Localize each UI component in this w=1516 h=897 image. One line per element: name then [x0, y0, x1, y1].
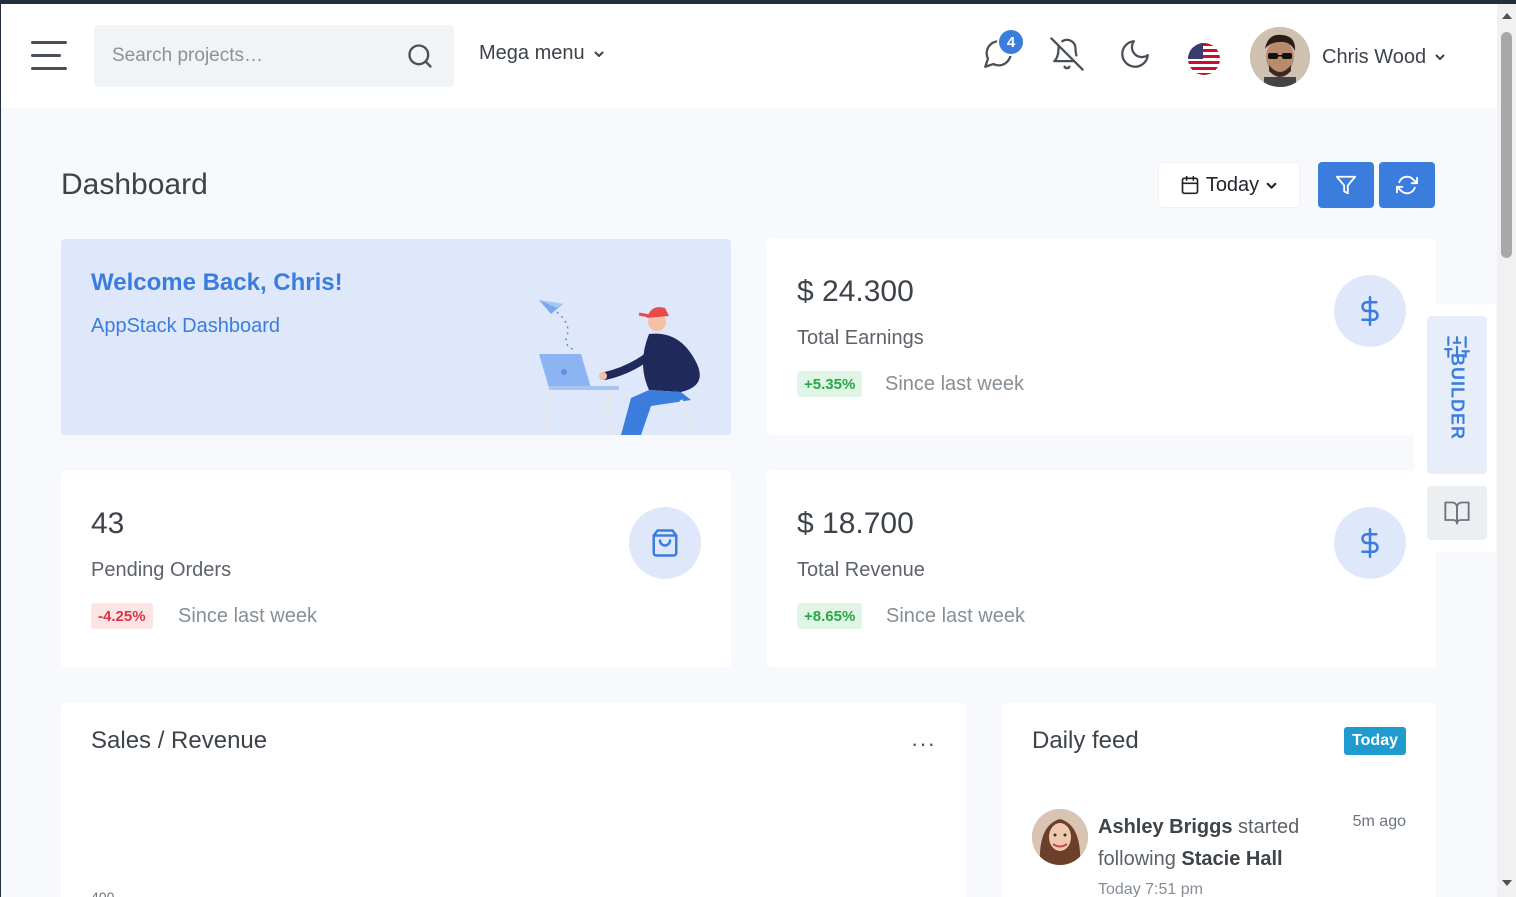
feed-verb: started	[1238, 816, 1300, 838]
feed-item-text: Ashley Briggs started following Stacie H…	[1098, 811, 1328, 875]
filter-button[interactable]	[1318, 162, 1374, 208]
calendar-icon	[1181, 175, 1199, 195]
card-title: Sales / Revenue	[91, 727, 268, 754]
hamburger-icon-line	[31, 54, 61, 57]
today-badge: Today	[1344, 727, 1406, 755]
mega-menu-label: Mega menu	[479, 42, 585, 64]
window-left-border	[0, 4, 1, 897]
feed-actor-link[interactable]: Ashley Briggs	[1098, 816, 1232, 838]
chevron-down-icon	[1266, 182, 1277, 189]
stat-icon-wrapper	[629, 507, 701, 579]
y-axis-tick: 400	[91, 889, 115, 897]
scroll-up-arrow-icon[interactable]	[1502, 13, 1512, 19]
chevron-down-icon	[594, 51, 604, 57]
moon-icon	[1121, 40, 1149, 68]
hamburger-icon	[31, 41, 67, 44]
stat-since-text: Since last week	[886, 605, 1025, 627]
welcome-subtitle: AppStack Dashboard	[91, 315, 281, 337]
page-scrollbar[interactable]	[1497, 4, 1516, 897]
stat-card-total-revenue: $ 18.700 Total Revenue +8.65% Since last…	[767, 471, 1436, 667]
stat-value: $ 24.300	[797, 275, 914, 308]
user-name: Chris Wood	[1322, 45, 1427, 68]
stat-since-text: Since last week	[885, 373, 1024, 395]
bell-off-icon	[1050, 37, 1084, 71]
welcome-title: Welcome Back, Chris!	[91, 269, 343, 296]
stat-label: Total Earnings	[797, 327, 924, 349]
daily-feed-card: Daily feed Today Ashley Briggs started f…	[1002, 703, 1436, 897]
filter-icon	[1335, 175, 1357, 195]
dollar-icon	[1361, 528, 1379, 558]
stat-value: 43	[91, 507, 125, 540]
date-filter-dropdown[interactable]: Today	[1158, 162, 1300, 208]
theme-toggle-button[interactable]	[1118, 37, 1152, 71]
stat-card-total-earnings: $ 24.300 Total Earnings +5.35% Since las…	[767, 239, 1436, 435]
notifications-button[interactable]	[1050, 37, 1084, 71]
stat-label: Total Revenue	[797, 559, 925, 581]
scrollbar-thumb[interactable]	[1501, 32, 1512, 258]
feed-timestamp: Today 7:51 pm	[1098, 881, 1203, 897]
chevron-down-icon	[1435, 54, 1445, 60]
page-title: Dashboard	[61, 168, 208, 201]
mega-menu-dropdown[interactable]: Mega menu	[479, 42, 605, 65]
sidebar-toggle-button[interactable]	[31, 41, 69, 73]
sales-revenue-card: Sales / Revenue ··· 400	[61, 703, 966, 897]
messages-count-badge: 4	[997, 28, 1025, 56]
us-flag-icon[interactable]	[1188, 43, 1220, 75]
dollar-icon	[1361, 296, 1379, 326]
scroll-down-arrow-icon[interactable]	[1502, 880, 1512, 886]
more-options-button[interactable]: ···	[911, 731, 936, 757]
welcome-card: Welcome Back, Chris! AppStack Dashboard	[61, 239, 731, 435]
stat-change-badge: -4.25%	[91, 603, 153, 629]
feed-verb: following	[1098, 848, 1176, 870]
stat-change-badge: +8.65%	[797, 603, 863, 629]
feed-time-ago: 5m ago	[1352, 813, 1406, 830]
search-icon[interactable]	[406, 42, 434, 70]
stat-icon-wrapper	[1334, 507, 1406, 579]
search-input[interactable]	[112, 25, 402, 87]
documentation-button[interactable]	[1427, 486, 1487, 540]
avatar	[1032, 809, 1088, 865]
avatar	[1250, 27, 1310, 87]
top-navbar: Mega menu 4	[1, 4, 1497, 108]
book-open-icon	[1444, 501, 1470, 525]
settings-side-panel: BUILDER	[1414, 304, 1496, 552]
feed-target-link[interactable]: Stacie Hall	[1181, 848, 1282, 870]
card-title: Daily feed	[1032, 727, 1139, 754]
stat-icon-wrapper	[1334, 275, 1406, 347]
shopping-bag-icon	[652, 529, 678, 557]
date-filter-label: Today	[1205, 173, 1260, 196]
stat-since-text: Since last week	[178, 605, 317, 627]
stat-card-pending-orders: 43 Pending Orders -4.25% Since last week	[61, 471, 731, 667]
builder-label: BUILDER	[1447, 353, 1468, 440]
stat-label: Pending Orders	[91, 559, 232, 581]
refresh-button[interactable]	[1379, 162, 1435, 208]
stat-value: $ 18.700	[797, 507, 914, 540]
stat-change-badge: +5.35%	[797, 371, 863, 397]
person-laptop-illustration	[539, 300, 700, 435]
hamburger-icon-line	[31, 67, 67, 70]
builder-button[interactable]: BUILDER	[1427, 316, 1487, 474]
search-box	[94, 25, 454, 87]
user-menu-dropdown[interactable]: Chris Wood	[1250, 26, 1446, 88]
refresh-icon	[1396, 175, 1418, 195]
